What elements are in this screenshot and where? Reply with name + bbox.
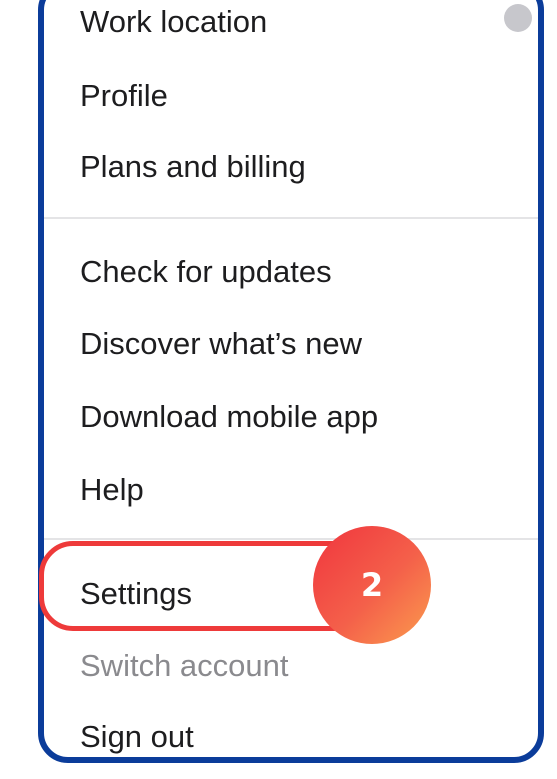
menu-item-help[interactable]: Help — [80, 472, 144, 508]
menu-item-download-mobile-app[interactable]: Download mobile app — [80, 399, 378, 435]
account-menu: Work location Profile Plans and billing … — [38, 0, 544, 763]
toggle-icon[interactable] — [504, 4, 532, 32]
menu-divider — [44, 217, 538, 219]
menu-item-check-for-updates[interactable]: Check for updates — [80, 254, 332, 290]
menu-item-sign-out[interactable]: Sign out — [80, 719, 194, 755]
menu-item-plans-and-billing[interactable]: Plans and billing — [80, 149, 306, 185]
menu-divider — [44, 538, 538, 540]
menu-item-settings[interactable]: Settings — [80, 576, 192, 612]
menu-item-work-location[interactable]: Work location — [80, 4, 267, 40]
menu-item-discover-whats-new[interactable]: Discover what’s new — [80, 326, 362, 362]
menu-item-profile[interactable]: Profile — [80, 78, 168, 114]
menu-item-switch-account[interactable]: Switch account — [80, 648, 289, 684]
step-number-badge: 2 — [313, 526, 431, 644]
